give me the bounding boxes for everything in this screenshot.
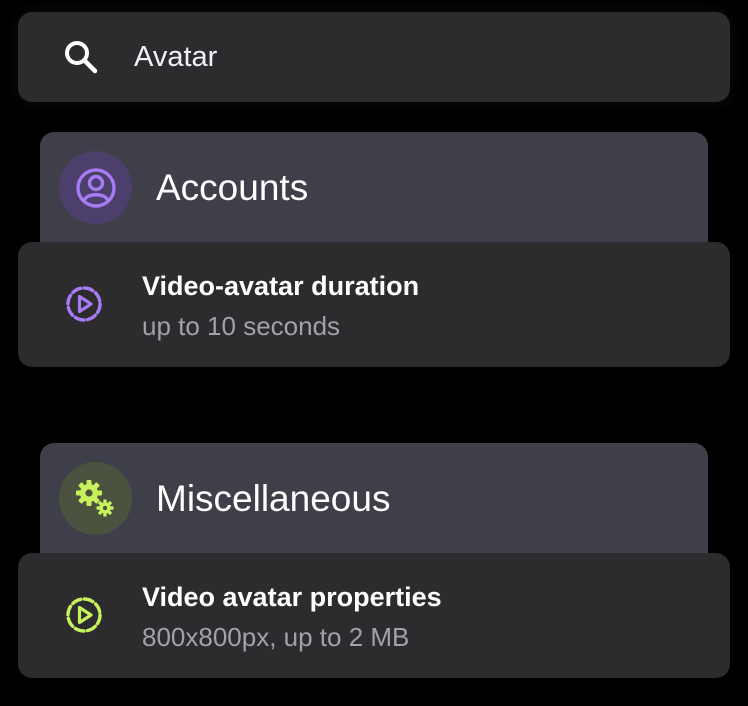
result-title: Video-avatar duration	[142, 271, 420, 301]
result-title: Video avatar properties	[142, 582, 442, 612]
search-results-page: Accounts Video-avatar duration up to 10 …	[0, 0, 748, 706]
search-bar[interactable]	[18, 12, 730, 102]
search-input[interactable]	[134, 34, 694, 80]
gears-icon	[59, 462, 132, 535]
user-circle-icon	[59, 151, 132, 224]
play-circle-dashed-icon	[66, 286, 102, 322]
result-subtitle: 800x800px, up to 2 MB	[142, 622, 410, 652]
group-title: Accounts	[156, 167, 309, 208]
group-title: Miscellaneous	[156, 478, 391, 519]
result-subtitle: up to 10 seconds	[142, 311, 341, 341]
search-icon	[65, 41, 98, 74]
play-circle-dashed-icon	[66, 597, 102, 633]
result-video-avatar-duration[interactable]: Video-avatar duration up to 10 seconds	[18, 242, 730, 367]
result-video-avatar-properties[interactable]: Video avatar properties 800x800px, up to…	[18, 553, 730, 678]
